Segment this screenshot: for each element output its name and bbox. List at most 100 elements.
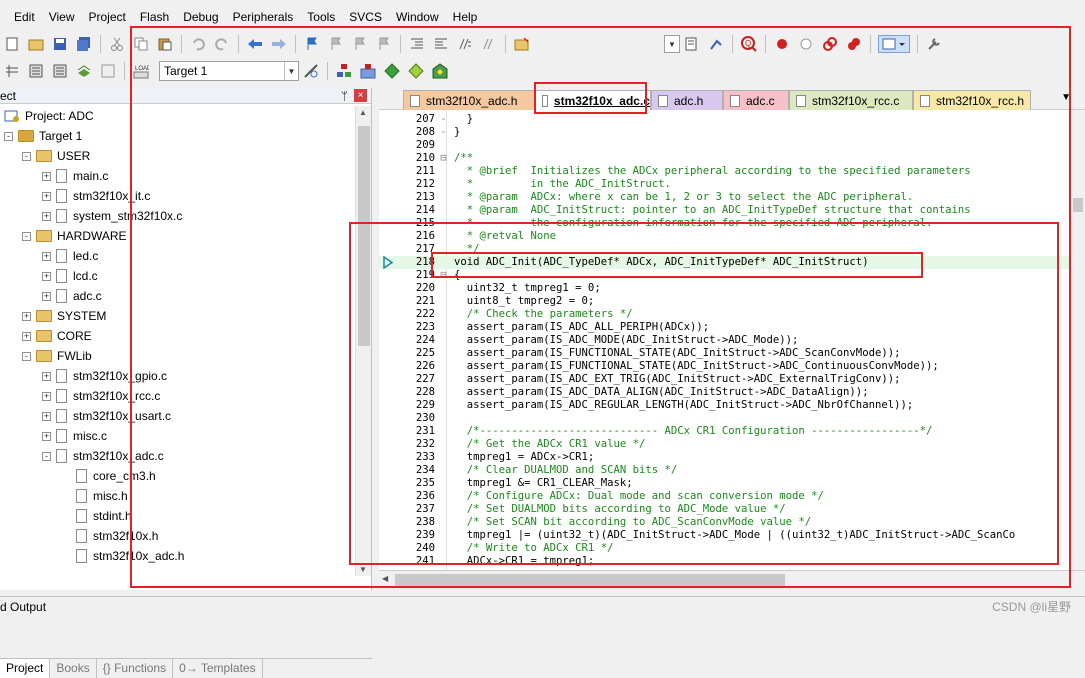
find-icon[interactable]: [683, 35, 701, 53]
expand-icon[interactable]: +: [42, 391, 51, 401]
expand-icon[interactable]: +: [42, 271, 51, 281]
tree-item[interactable]: - HARDWARE: [22, 226, 127, 246]
tree-item[interactable]: + CORE: [22, 326, 92, 346]
target-select[interactable]: Target 1 ▼: [159, 61, 299, 81]
tree-item[interactable]: stm32f10x.h: [76, 526, 158, 546]
pack-installer-icon[interactable]: [407, 62, 425, 80]
select-packs-icon[interactable]: [383, 62, 401, 80]
panel-tab-0[interactable]: Project: [0, 659, 51, 678]
file-extensions-icon[interactable]: [335, 62, 353, 80]
menu-edit[interactable]: Edit: [14, 10, 35, 24]
tree-item[interactable]: + main.c: [42, 166, 108, 186]
tree-item[interactable]: - stm32f10x_adc.c: [42, 446, 164, 466]
editor-horizontal-scrollbar[interactable]: ◀: [379, 570, 1085, 588]
debug-start-icon[interactable]: Q: [740, 35, 758, 53]
tree-item[interactable]: stm32f10x_adc.h: [76, 546, 184, 566]
menu-window[interactable]: Window: [396, 10, 439, 24]
menu-tools[interactable]: Tools: [307, 10, 335, 24]
expand-icon[interactable]: +: [42, 171, 51, 181]
tree-item[interactable]: + SYSTEM: [22, 306, 106, 326]
collapse-icon[interactable]: -: [22, 231, 31, 241]
comment-icon[interactable]: [456, 35, 474, 53]
redo-icon[interactable]: [213, 35, 231, 53]
tree-item[interactable]: - USER: [22, 146, 90, 166]
find-in-files-icon[interactable]: [513, 35, 531, 53]
tree-item[interactable]: + stm32f10x_it.c: [42, 186, 150, 206]
tree-item[interactable]: - FWLib: [22, 346, 92, 366]
tree-item[interactable]: + led.c: [42, 246, 98, 266]
manage-components-icon[interactable]: [359, 62, 377, 80]
configure-icon[interactable]: [925, 35, 943, 53]
tab-list-chevron-icon[interactable]: ▼: [1061, 92, 1071, 103]
close-icon[interactable]: ×: [354, 89, 367, 102]
translate-icon[interactable]: [3, 62, 21, 80]
editor-tab[interactable]: stm32f10x_adc.h: [403, 90, 535, 110]
editor-vertical-scrollbar[interactable]: [1071, 110, 1085, 570]
fold-marker[interactable]: -: [439, 126, 448, 139]
unindent-icon[interactable]: [432, 35, 450, 53]
expand-icon[interactable]: +: [42, 371, 51, 381]
nav-back-icon[interactable]: [246, 35, 264, 53]
tree-item[interactable]: + stm32f10x_gpio.c: [42, 366, 167, 386]
scrollbar-thumb[interactable]: [358, 126, 370, 346]
editor-tab[interactable]: adc.c: [723, 90, 789, 110]
fold-marker[interactable]: ⊟: [439, 269, 448, 282]
find-combo-dropdown[interactable]: ▼: [664, 35, 680, 53]
menu-view[interactable]: View: [49, 10, 75, 24]
panel-tab-1[interactable]: Books: [50, 659, 97, 678]
open-folder-icon[interactable]: [27, 35, 45, 53]
tree-item[interactable]: + stm32f10x_rcc.c: [42, 386, 160, 406]
build-icon[interactable]: [27, 62, 45, 80]
menu-debug[interactable]: Debug: [183, 10, 218, 24]
menu-project[interactable]: Project: [88, 10, 125, 24]
expand-icon[interactable]: +: [42, 251, 51, 261]
editor-tab[interactable]: stm32f10x_adc.c: [535, 90, 651, 110]
bookmark-next-icon[interactable]: [351, 35, 369, 53]
uncomment-icon[interactable]: [480, 35, 498, 53]
collapse-icon[interactable]: -: [22, 351, 31, 361]
bookmark-clear-icon[interactable]: [375, 35, 393, 53]
tree-item[interactable]: + stm32f10x_usart.c: [42, 406, 171, 426]
build-output-label[interactable]: d Output: [0, 600, 46, 614]
tree-item[interactable]: misc.h: [76, 486, 128, 506]
download-icon[interactable]: LOAD: [132, 62, 150, 80]
expand-icon[interactable]: +: [42, 411, 51, 421]
menu-peripherals[interactable]: Peripherals: [233, 10, 294, 24]
tree-item[interactable]: - Target 1: [4, 126, 82, 146]
tree-item[interactable]: stdint.h: [76, 506, 132, 526]
indent-icon[interactable]: [408, 35, 426, 53]
tree-item[interactable]: + system_stm32f10x.c: [42, 206, 182, 226]
tree-item[interactable]: + adc.c: [42, 286, 102, 306]
copy-icon[interactable]: [132, 35, 150, 53]
target-options-icon[interactable]: [302, 62, 320, 80]
expand-icon[interactable]: +: [42, 291, 51, 301]
window-layout-icon[interactable]: [878, 35, 910, 53]
menu-svcs[interactable]: SVCS: [349, 10, 382, 24]
cut-icon[interactable]: [108, 35, 126, 53]
menu-flash[interactable]: Flash: [140, 10, 169, 24]
collapse-icon[interactable]: -: [22, 151, 31, 161]
expand-icon[interactable]: +: [42, 211, 51, 221]
code-area[interactable]: 207- } 208-} 209 210 ⊟/** 211 * @brief Initia…: [379, 110, 1085, 570]
panel-tab-3[interactable]: 0→ Templates: [173, 659, 263, 678]
collapse-icon[interactable]: -: [4, 131, 13, 141]
undo-icon[interactable]: [189, 35, 207, 53]
tree-item[interactable]: + lcd.c: [42, 266, 98, 286]
bookmark-icon[interactable]: [303, 35, 321, 53]
editor-tab[interactable]: adc.h: [651, 90, 723, 110]
pin-icon[interactable]: ᛘ: [341, 89, 348, 103]
tree-item[interactable]: + misc.c: [42, 426, 107, 446]
save-all-icon[interactable]: [75, 35, 93, 53]
bookmark-prev-icon[interactable]: [327, 35, 345, 53]
tree-item[interactable]: Project: ADC: [4, 106, 94, 126]
fold-marker[interactable]: -: [439, 113, 448, 126]
collapse-icon[interactable]: -: [42, 451, 51, 461]
tree-item[interactable]: core_cm3.h: [76, 466, 156, 486]
save-icon[interactable]: [51, 35, 69, 53]
expand-icon[interactable]: +: [22, 331, 31, 341]
incremental-find-icon[interactable]: [707, 35, 725, 53]
fold-marker[interactable]: ⊟: [439, 152, 448, 165]
expand-icon[interactable]: +: [42, 431, 51, 441]
panel-tab-2[interactable]: {} Functions: [97, 659, 174, 678]
rebuild-icon[interactable]: [51, 62, 69, 80]
